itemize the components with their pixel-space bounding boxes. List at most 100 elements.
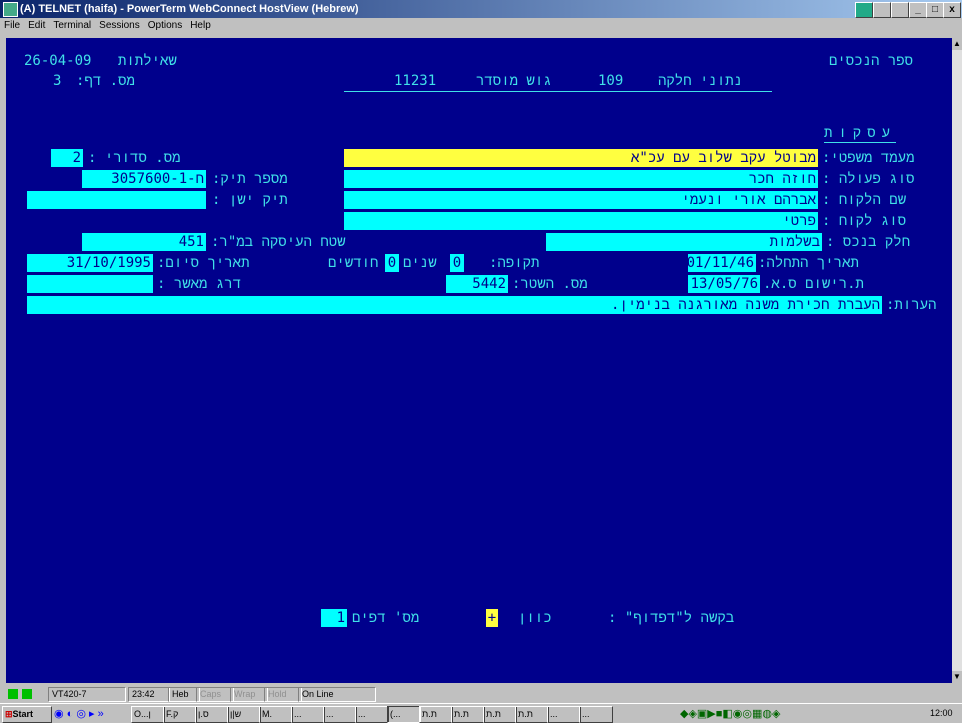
quicklaunch-icon[interactable]: ◉ ◐ ◎ ▸ » [54,708,104,720]
old-file-field[interactable] [27,191,206,209]
client-name-label: שם הלקוח : [822,192,907,208]
taskbar-item[interactable]: ת.ת [515,706,549,723]
file-number-label: מספר תיק: [212,171,288,187]
taskbar-item-active[interactable]: (... [387,706,421,723]
taskbar-item[interactable]: ת.ת [451,706,485,723]
share-label: חלק בנכס : [826,234,911,250]
registration-date-field[interactable]: 13/05/76 [688,275,760,293]
start-date-field[interactable]: 01/11/46 [687,254,756,272]
legal-status-label: מעמד משפטי: [822,150,915,166]
app-icon[interactable] [3,2,18,17]
taskbar-item[interactable]: F.ק [163,706,197,723]
taskbar-item[interactable]: ש|ן [227,706,261,723]
menu-file[interactable]: File [4,20,20,31]
serial-field[interactable]: 2 [51,149,83,167]
paging-prompt: בקשה ל"דפדוף" : [608,610,735,626]
status-terminal: VT420-7 [48,687,126,702]
vertical-scrollbar[interactable]: ▲ ▼ [952,38,962,683]
toolbar-icon-1[interactable] [855,2,873,18]
legal-status-field[interactable]: מבוטל עקב שלוב עם עכ"א [344,149,818,167]
taskbar-item[interactable]: M. [259,706,293,723]
notes-label: הערות: [886,297,937,313]
notes-field[interactable]: העברת חכירת משנה מאורגנה בנימין. [27,296,882,314]
inquiries-label: שאילתות [118,53,177,69]
taskbar-item[interactable]: ת.ת [419,706,453,723]
scroll-down-icon[interactable]: ▼ [952,671,962,683]
taskbar-clock: 12:00 [930,708,953,718]
terminal-screen[interactable]: 26-04-09 שאילתות ספר הנכסים 3 מס. דף: 11… [6,38,952,683]
taskbar-item[interactable]: ... [323,706,357,723]
taskbar-item[interactable]: O...ן [131,706,165,723]
old-file-label: תיק ישן : [212,192,288,208]
file-number-field[interactable]: ח-3057600-1 [82,170,206,188]
menu-bar: File Edit Terminal Sessions Options Help [0,18,962,33]
area-label: שטח העיסקה במ"ר: [211,234,346,250]
end-date-label: תאריך סיום: [157,255,250,271]
page-label: מס. דף: [76,73,135,89]
status-hold: Hold [264,687,302,702]
menu-options[interactable]: Options [148,20,182,31]
toolbar-icon-3[interactable] [891,2,909,18]
taskbar-item[interactable]: ... [547,706,581,723]
client-type-field[interactable]: פרטי [344,212,818,230]
block-label: גוש מוסדר [476,73,552,89]
taskbar-item[interactable]: ס.ן [195,706,229,723]
menu-sessions[interactable]: Sessions [99,20,140,31]
status-caps: Caps [196,687,234,702]
taskbar-item[interactable]: ... [355,706,389,723]
serial-label: מס. סדורי : [88,150,181,166]
block-value: 11231 [394,73,437,89]
minimize-button[interactable]: _ [909,2,927,18]
start-button[interactable]: ⊞Start [2,706,52,723]
direction-label: כוון [518,610,552,626]
approver-label: דרג מאשר : [157,276,242,292]
client-name-field[interactable]: אברהם אורי ונעמי [344,191,818,209]
end-date-field[interactable]: 31/10/1995 [27,254,153,272]
status-time: 23:42 [128,687,170,702]
taskbar-item[interactable]: ... [291,706,325,723]
property-header: 11231 גוש מוסדר 109 נתוני חלקה [344,72,772,92]
months-label: חודשים [328,255,379,271]
toolbar-icon-2[interactable] [873,2,891,18]
status-bar: VT420-7 23:42 Heb Caps Wrap Hold On Line [0,684,962,703]
taskbar: ⊞Start ◉ ◐ ◎ ▸ » O...ן F.ק ס.ן ש|ן M. ..… [0,703,962,723]
window-title-bar[interactable]: (A) TELNET (haifa) - PowerTerm WebConnec… [0,0,962,18]
book-title: ספר הנכסים [829,53,914,69]
status-online: On Line [298,687,376,702]
transactions-header: עסקות [824,125,897,143]
status-wrap: Wrap [230,687,268,702]
screen-date: 26-04-09 [24,53,92,69]
parcel-value: 109 [598,73,624,89]
close-button[interactable]: x [943,2,961,18]
share-field[interactable]: בשלמות [546,233,822,251]
menu-edit[interactable]: Edit [28,20,45,31]
quick-launch: ◉ ◐ ◎ ▸ » [54,707,126,721]
scroll-up-icon[interactable]: ▲ [952,38,962,50]
system-tray-icons[interactable]: ◆◈▣▶■◧◉◎▦◍◈ [680,707,910,721]
area-field[interactable]: 451 [82,233,206,251]
registration-date-label: ת.רישום ס.א. [763,276,864,292]
deed-number-label: מס. השטר: [512,276,588,292]
taskbar-item[interactable]: ... [579,706,613,723]
pages-field[interactable]: 1 [321,609,347,627]
menu-help[interactable]: Help [190,20,211,31]
start-label: Start [12,709,34,719]
window-title: (A) TELNET (haifa) - PowerTerm WebConnec… [20,3,359,15]
years-label: שנים [403,255,437,271]
menu-terminal[interactable]: Terminal [53,20,91,31]
maximize-button[interactable]: □ [926,2,944,18]
period-label: תקופה: [489,255,540,271]
approver-field[interactable] [27,275,153,293]
property-label: נתוני חלקה [658,73,743,89]
windows-logo-icon: ⊞ [5,709,13,719]
status-led-icon [22,689,32,699]
taskbar-item[interactable]: ת.ת [483,706,517,723]
months-field[interactable]: 0 [385,254,399,272]
status-led-icon [8,689,18,699]
years-field[interactable]: 0 [450,254,464,272]
action-type-field[interactable]: חוזה חכר [344,170,818,188]
client-type-label: סוג לקוח : [822,213,907,229]
direction-field[interactable]: + [486,609,498,627]
deed-number-field[interactable]: 5442 [446,275,508,293]
pages-label: מס' דפים [352,610,420,626]
